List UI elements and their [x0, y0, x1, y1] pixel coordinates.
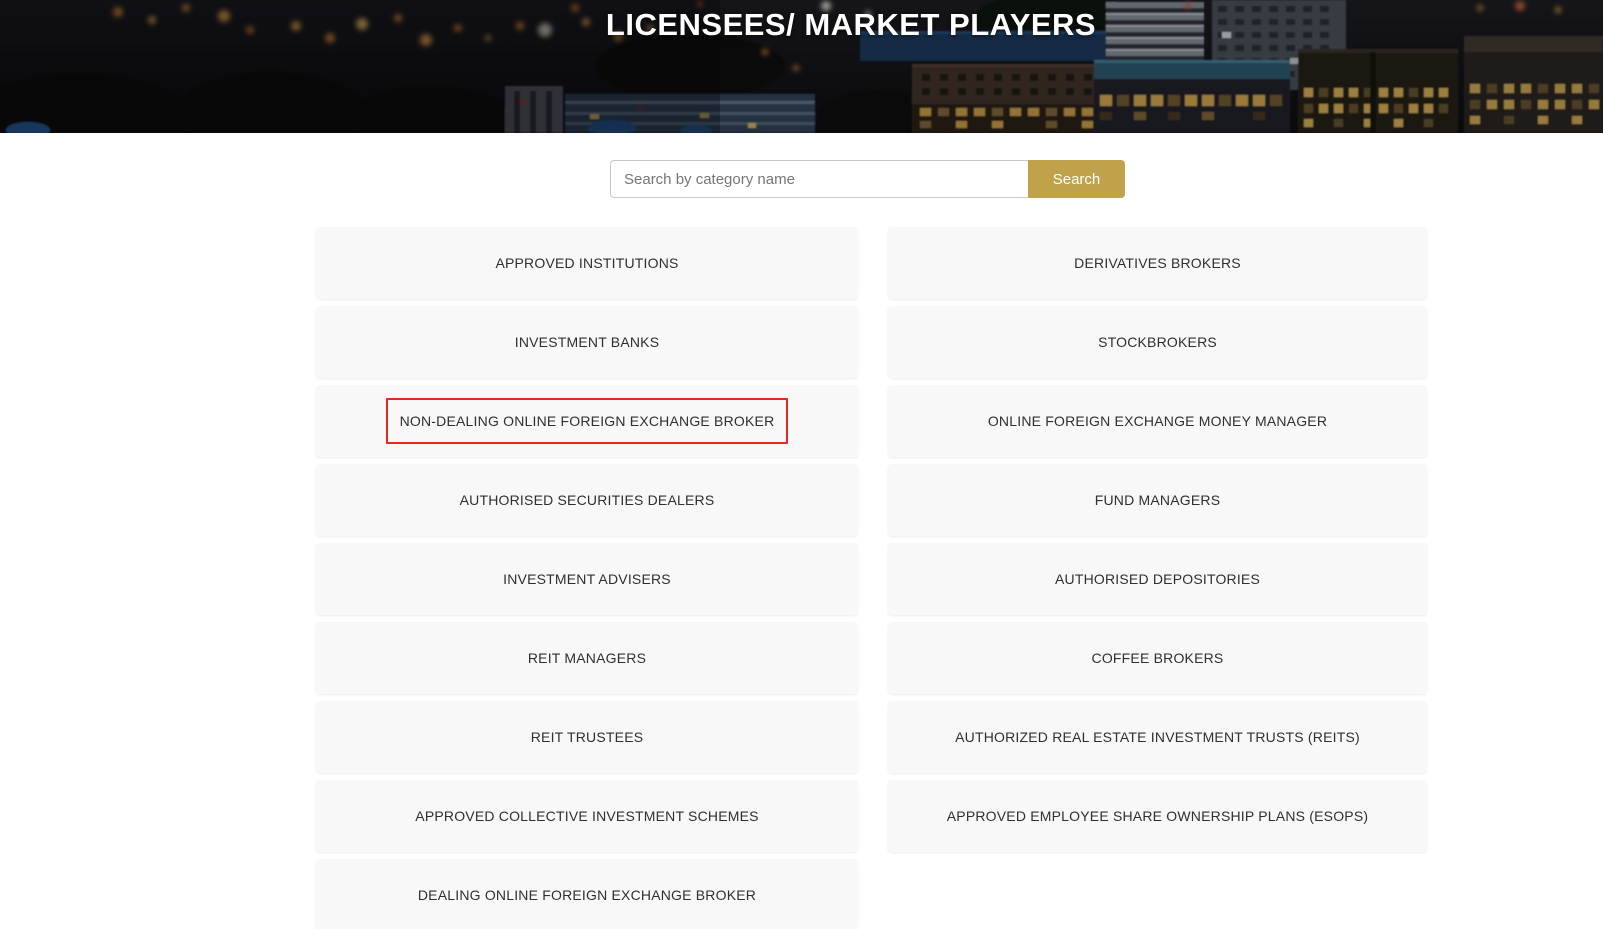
category-label: REIT MANAGERS — [527, 650, 647, 666]
category-label: DEALING ONLINE FOREIGN EXCHANGE BROKER — [417, 887, 757, 903]
category-card-fund-managers[interactable]: FUND MANAGERS — [888, 464, 1427, 536]
category-card-approved-institutions[interactable]: APPROVED INSTITUTIONS — [316, 227, 858, 299]
category-card-coffee-brokers[interactable]: COFFEE BROKERS — [888, 622, 1427, 694]
category-label: APPROVED COLLECTIVE INVESTMENT SCHEMES — [415, 808, 759, 824]
category-card-dealing-online-foreign-exchange-broker[interactable]: DEALING ONLINE FOREIGN EXCHANGE BROKER — [316, 859, 858, 929]
category-card-stockbrokers[interactable]: STOCKBROKERS — [888, 306, 1427, 378]
category-card-authorized-reits[interactable]: AUTHORIZED REAL ESTATE INVESTMENT TRUSTS… — [888, 701, 1427, 773]
category-card-approved-collective-investment-schemes[interactable]: APPROVED COLLECTIVE INVESTMENT SCHEMES — [316, 780, 858, 852]
category-label: ONLINE FOREIGN EXCHANGE MONEY MANAGER — [987, 413, 1328, 429]
category-label: DERIVATIVES BROKERS — [1074, 255, 1241, 271]
category-card-online-foreign-exchange-money-manager[interactable]: ONLINE FOREIGN EXCHANGE MONEY MANAGER — [888, 385, 1427, 457]
category-label: APPROVED EMPLOYEE SHARE OWNERSHIP PLANS … — [946, 808, 1369, 824]
search-bar: Search — [610, 160, 1125, 198]
category-grid: APPROVED INSTITUTIONS INVESTMENT BANKS N… — [316, 227, 1427, 929]
category-column-right: DERIVATIVES BROKERS STOCKBROKERS ONLINE … — [888, 227, 1427, 929]
category-card-authorised-securities-dealers[interactable]: AUTHORISED SECURITIES DEALERS — [316, 464, 858, 536]
category-label: AUTHORISED DEPOSITORIES — [1054, 571, 1261, 587]
category-card-investment-banks[interactable]: INVESTMENT BANKS — [316, 306, 858, 378]
category-label: REIT TRUSTEES — [530, 729, 644, 745]
category-column-left: APPROVED INSTITUTIONS INVESTMENT BANKS N… — [316, 227, 858, 929]
category-card-approved-esops[interactable]: APPROVED EMPLOYEE SHARE OWNERSHIP PLANS … — [888, 780, 1427, 852]
category-label: STOCKBROKERS — [1098, 334, 1217, 350]
search-button[interactable]: Search — [1028, 160, 1125, 198]
category-card-non-dealing-online-foreign-exchange-broker[interactable]: NON-DEALING ONLINE FOREIGN EXCHANGE BROK… — [316, 385, 858, 457]
category-card-derivatives-brokers[interactable]: DERIVATIVES BROKERS — [888, 227, 1427, 299]
category-label: COFFEE BROKERS — [1091, 650, 1224, 666]
banner: LICENSEES/ MARKET PLAYERS — [0, 0, 1603, 133]
page-title: LICENSEES/ MARKET PLAYERS — [605, 7, 1097, 42]
category-card-reit-managers[interactable]: REIT MANAGERS — [316, 622, 858, 694]
page: LICENSEES/ MARKET PLAYERS Search APPROVE… — [0, 0, 1603, 929]
category-card-investment-advisers[interactable]: INVESTMENT ADVISERS — [316, 543, 858, 615]
category-label: AUTHORISED SECURITIES DEALERS — [459, 492, 715, 508]
category-label: INVESTMENT ADVISERS — [503, 571, 671, 587]
highlight-box: NON-DEALING ONLINE FOREIGN EXCHANGE BROK… — [385, 398, 789, 444]
search-input[interactable] — [610, 160, 1028, 198]
category-card-authorised-depositories[interactable]: AUTHORISED DEPOSITORIES — [888, 543, 1427, 615]
category-label: FUND MANAGERS — [1094, 492, 1221, 508]
category-label: INVESTMENT BANKS — [514, 334, 660, 350]
category-label: APPROVED INSTITUTIONS — [495, 255, 679, 271]
category-label: AUTHORIZED REAL ESTATE INVESTMENT TRUSTS… — [955, 729, 1360, 745]
category-card-reit-trustees[interactable]: REIT TRUSTEES — [316, 701, 858, 773]
